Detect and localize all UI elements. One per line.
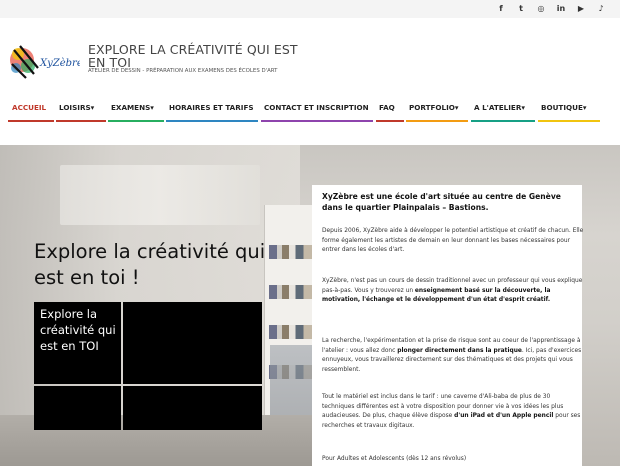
hero-tiles: Explore la créativité qui est en TOI xyxy=(34,302,262,430)
nav-contact-inscription[interactable]: CONTACT ET INSCRIPTION xyxy=(264,103,369,112)
tile-text[interactable]: Explore la créativité qui est en TOI xyxy=(34,302,121,384)
nav-underline-boutique xyxy=(538,120,600,122)
svg-text:XyZèbre: XyZèbre xyxy=(39,58,80,69)
shelf-books xyxy=(269,325,313,339)
facebook-icon[interactable]: f xyxy=(496,3,506,15)
intro-paragraph-4: Tout le matériel est inclus dans le tari… xyxy=(322,393,584,431)
intro-paragraph-1: Depuis 2006, XyZèbre aide à développer l… xyxy=(322,228,584,253)
tiktok-icon[interactable]: ♪ xyxy=(596,3,606,15)
social-links: f t ◎ in ▶ ♪ xyxy=(496,3,606,15)
intro-paragraph-4-bold: d'un iPad et d'un Apple pencil xyxy=(454,413,554,419)
shelf-books xyxy=(269,245,313,259)
top-bar: f t ◎ in ▶ ♪ xyxy=(0,0,620,18)
nav-accueil[interactable]: ACCUEIL xyxy=(12,103,46,112)
nav-underline-contact xyxy=(261,120,373,122)
hero-heading: Explore la créativité qui est en toi ! xyxy=(34,240,266,289)
shelf-books xyxy=(269,285,313,299)
linkedin-icon[interactable]: in xyxy=(556,3,566,15)
nav-faq[interactable]: FAQ xyxy=(379,103,395,112)
intro-paragraph-3: La recherche, l'expérimentation et la pr… xyxy=(322,337,584,375)
youtube-icon[interactable]: ▶ xyxy=(576,3,586,15)
tile-image[interactable] xyxy=(123,386,262,430)
intro-lead: XyZèbre est une école d'art située au ce… xyxy=(322,192,561,212)
nav-a-latelier[interactable]: A L'ATELIER▾ xyxy=(474,103,525,112)
hero-windows xyxy=(60,165,260,225)
intro-paragraph-3-bold: plonger directement dans la pratique xyxy=(397,347,522,354)
intro-paragraph-2: XyZèbre, n'est pas un cours de dessin tr… xyxy=(322,277,584,306)
nav-examens[interactable]: EXAMENS▾ xyxy=(111,103,154,112)
tile-image[interactable] xyxy=(123,302,262,384)
site-tagline: ATELIER DE DESSIN - PRÉPARATION AUX EXAM… xyxy=(88,68,278,74)
nav-underline-examens xyxy=(108,120,164,122)
nav-boutique[interactable]: BOUTIQUE▾ xyxy=(541,103,586,112)
intro-paragraph-5: Pour Adultes et Adolescents (dès 12 ans … xyxy=(322,456,467,462)
nav-underline-horaires xyxy=(166,120,258,122)
nav-underline-portfolio xyxy=(406,120,468,122)
site-title[interactable]: EXPLORE LA CRÉATIVITÉ QUI EST EN TOI xyxy=(88,43,308,69)
twitter-icon[interactable]: t xyxy=(516,3,526,15)
nav-underline-faq xyxy=(376,120,404,122)
tile-image[interactable] xyxy=(34,386,121,430)
nav-underline-atelier xyxy=(471,120,535,122)
nav-horaires-tarifs[interactable]: HORAIRES ET TARIFS xyxy=(169,103,254,112)
instagram-icon[interactable]: ◎ xyxy=(536,3,546,15)
nav-loisirs[interactable]: LOISIRS▾ xyxy=(59,103,94,112)
nav-underline-loisirs xyxy=(56,120,106,122)
site-logo[interactable]: XyZèbre xyxy=(8,38,83,86)
tile-text-label: Explore la créativité qui est en TOI xyxy=(40,307,116,353)
site-header: XyZèbre EXPLORE LA CRÉATIVITÉ QUI EST EN… xyxy=(0,18,620,92)
nav-underline-accueil xyxy=(8,120,54,122)
zebra-logo-icon: XyZèbre xyxy=(10,45,83,79)
intro-panel: XyZèbre est une école d'art située au ce… xyxy=(312,185,584,466)
nav-portfolio[interactable]: PORTFOLIO▾ xyxy=(409,103,458,112)
